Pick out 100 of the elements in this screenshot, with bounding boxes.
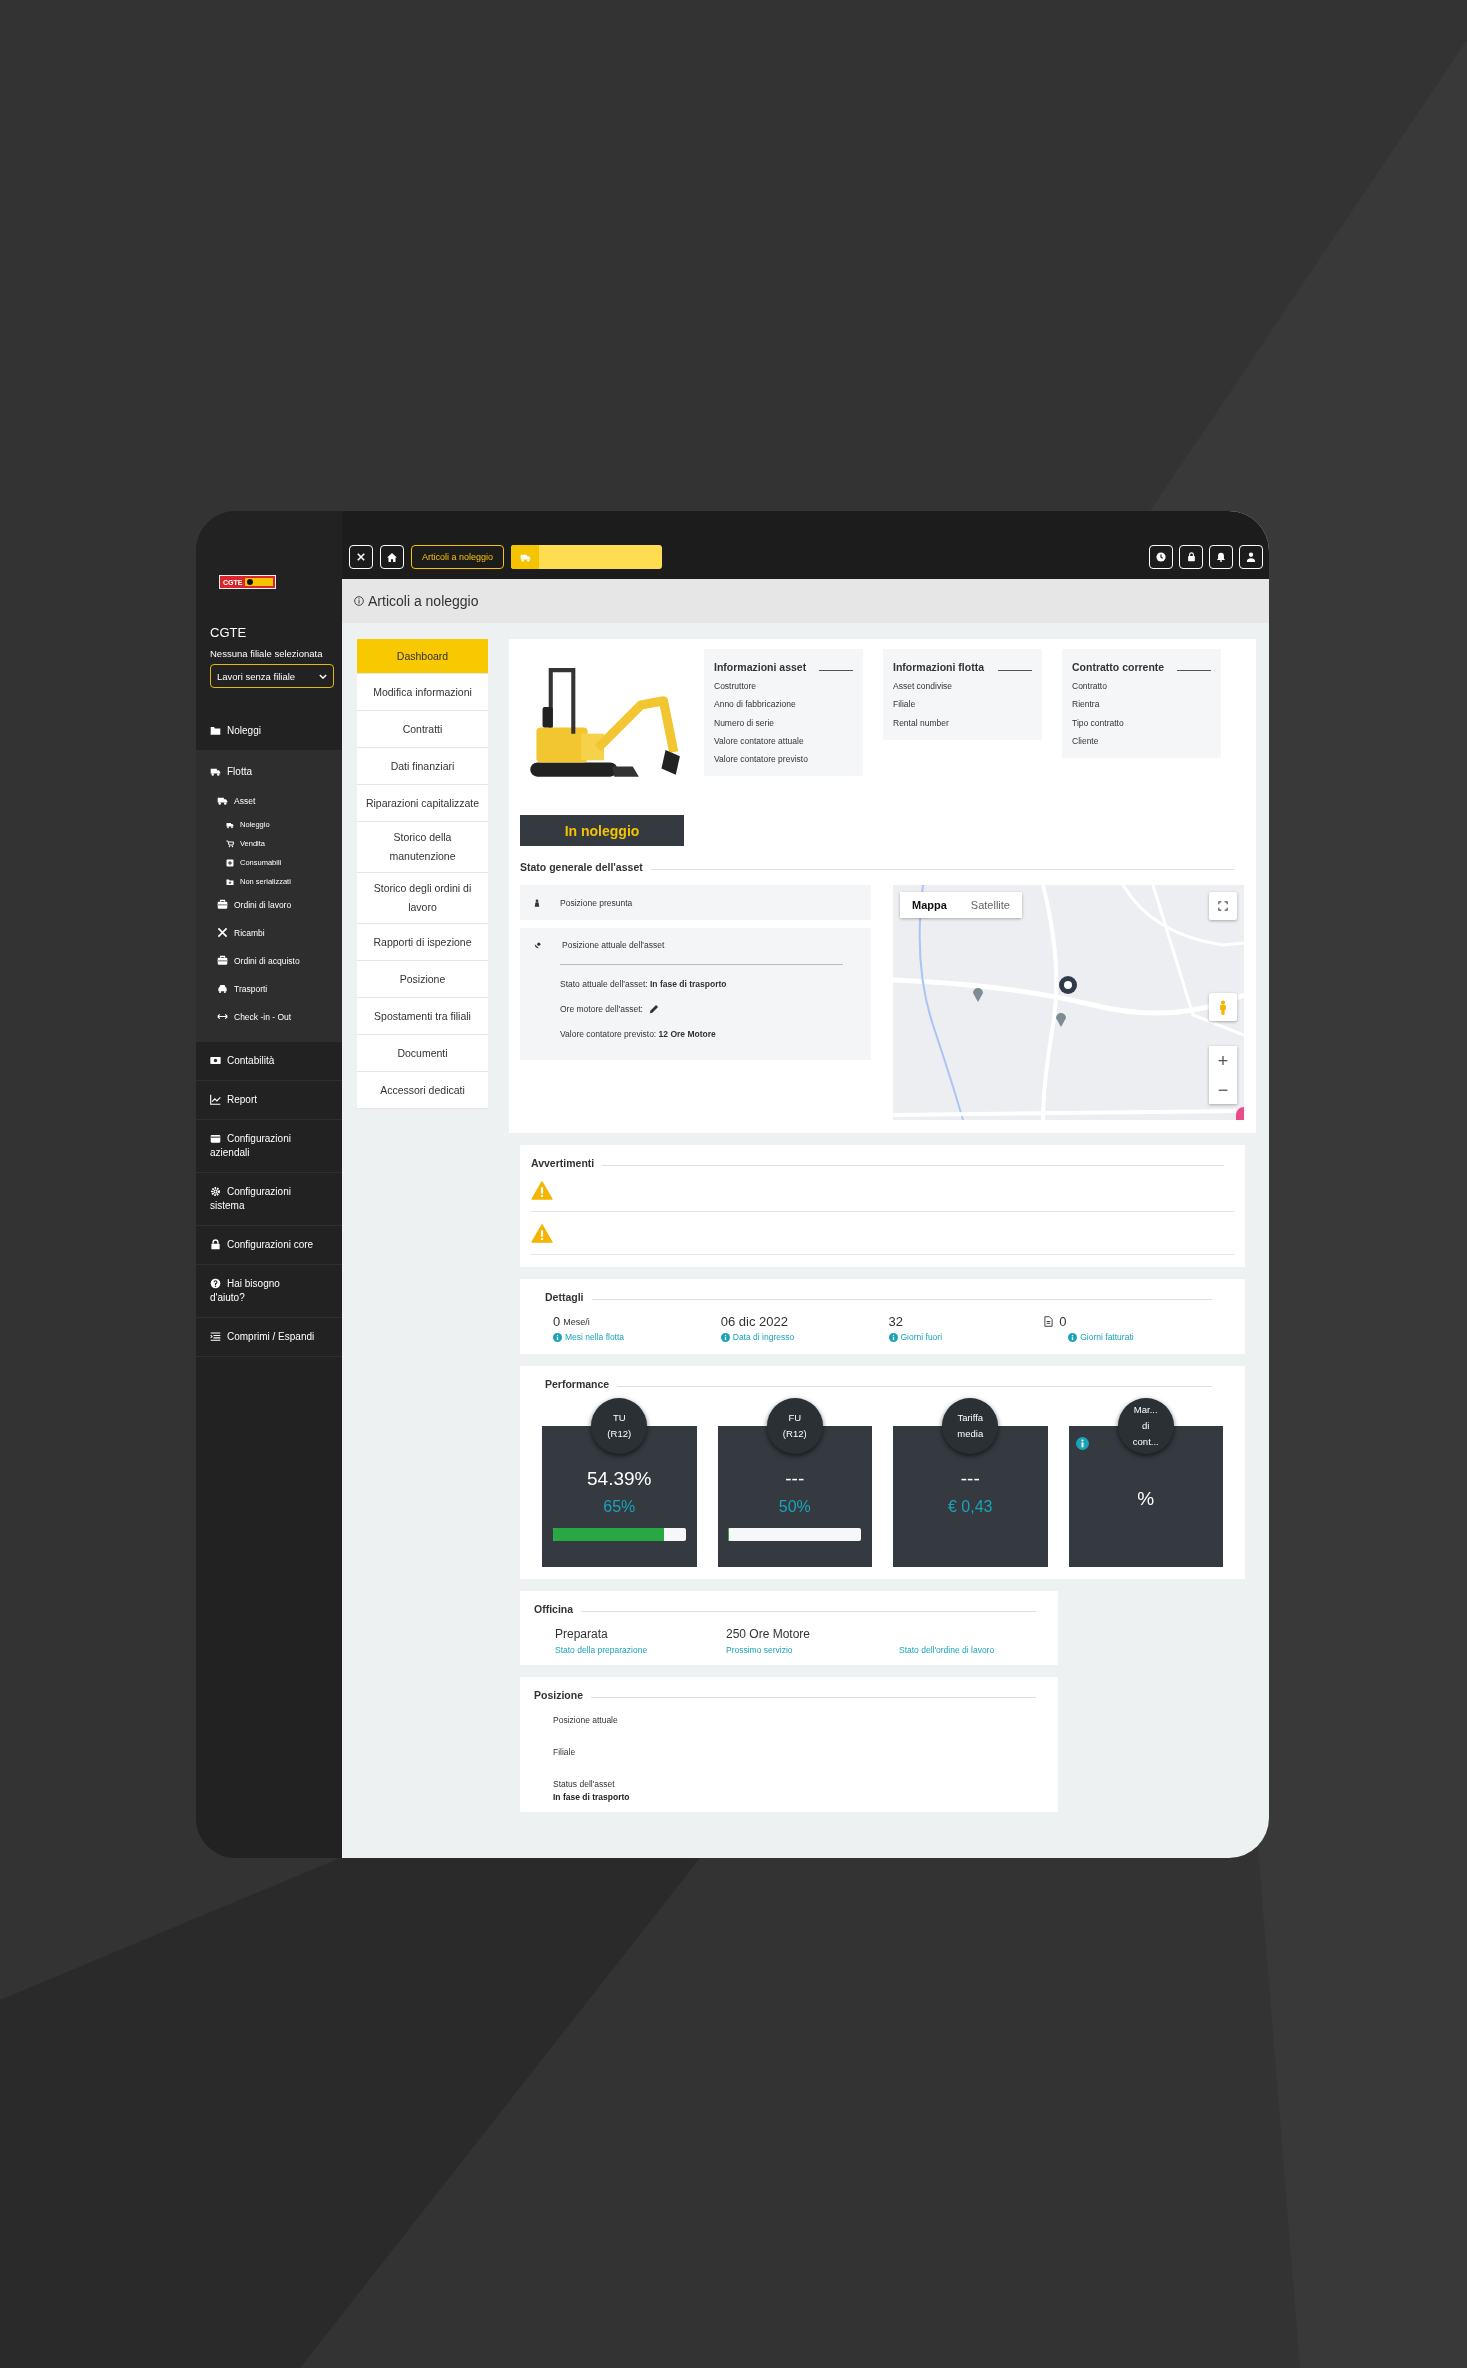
- branch-select[interactable]: Lavori senza filiale: [210, 664, 334, 688]
- question-icon: [210, 1278, 221, 1289]
- field-label: Filiale: [893, 698, 917, 712]
- sidebar-link[interactable]: Asset: [196, 787, 342, 815]
- lock-icon: [210, 1239, 221, 1250]
- close-button[interactable]: [349, 545, 373, 569]
- gear-icon: [210, 1186, 221, 1197]
- panel-title: Informazioni asset: [714, 661, 807, 673]
- field-label: Cliente: [1072, 734, 1100, 748]
- card-icon: [210, 1133, 221, 1144]
- asset-tab[interactable]: Documenti: [357, 1035, 488, 1072]
- breadcrumb-tab[interactable]: Articoli a noleggio: [411, 545, 505, 569]
- stat-value: 32: [888, 1313, 903, 1329]
- plus-folder-icon: [226, 878, 234, 886]
- status-badge: In noleggio: [520, 815, 684, 846]
- stat-label: Giorni fuori: [900, 1332, 943, 1342]
- field-label: Asset condivise: [893, 680, 954, 693]
- lock-button[interactable]: [1179, 545, 1203, 569]
- workshop-value: 250 Ore Motore: [726, 1627, 812, 1643]
- sidebar-link[interactable]: Ordini di acquisto: [196, 947, 342, 975]
- info-icon: [720, 1332, 730, 1342]
- sidebar-link[interactable]: Contabilità: [196, 1050, 342, 1072]
- sidebar-link[interactable]: Hai bisogno d'aiuto?: [196, 1273, 342, 1309]
- search-field[interactable]: [511, 545, 663, 569]
- field-label: Posizione attuale: [553, 1715, 619, 1725]
- asset-tab[interactable]: Riparazioni capitalizzate: [357, 785, 488, 822]
- map-type-tab[interactable]: Mappa: [900, 892, 959, 918]
- sidebar-link[interactable]: Ricambi: [196, 919, 342, 947]
- sidebar-link[interactable]: Check -in - Out: [196, 1003, 342, 1031]
- section-title: Avvertimenti: [531, 1157, 595, 1169]
- close-icon: [357, 553, 365, 561]
- metric-value: %: [1137, 1488, 1155, 1510]
- workshop-value: Preparata: [555, 1627, 609, 1643]
- user-button[interactable]: [1239, 545, 1263, 569]
- asset-tab[interactable]: Contratti: [357, 711, 488, 748]
- sidebar-link[interactable]: Flotta: [196, 761, 342, 787]
- zoom-in-button[interactable]: +: [1209, 1046, 1237, 1075]
- sidebar-link[interactable]: Trasporti: [196, 975, 342, 1003]
- metric-title: Tariffa media: [942, 1398, 999, 1454]
- page-title: Articoli a noleggio: [368, 593, 479, 609]
- asset-tab[interactable]: Rapporti di ispezione: [357, 924, 488, 961]
- field-label: Tipo contratto: [1072, 716, 1125, 730]
- sidebar-link[interactable]: Configurazioni aziendali: [196, 1128, 342, 1164]
- field-label: Rental number: [893, 716, 950, 730]
- asset-tab[interactable]: Storico della manutenzione: [357, 822, 488, 873]
- asset-tab[interactable]: Storico degli ordini di lavoro: [357, 873, 488, 924]
- status-detail: Stato attuale dell'asset: In fase di trasporto: [560, 978, 727, 989]
- metric-value: ---: [960, 1468, 980, 1490]
- clock-button[interactable]: [1149, 545, 1173, 569]
- asset-tab[interactable]: Accessori dedicati: [357, 1072, 488, 1109]
- stat-value: 0: [1059, 1313, 1067, 1329]
- pencil-icon[interactable]: [648, 1003, 659, 1014]
- workshop-label: Prossimo servizio: [726, 1645, 794, 1655]
- truck-icon: [217, 795, 228, 806]
- person-icon: [534, 898, 540, 907]
- field-label: Contratto: [1072, 680, 1108, 693]
- metric-target: € 0,43: [948, 1498, 993, 1516]
- field-label: Filiale: [553, 1747, 577, 1757]
- plus-square-icon: [226, 859, 234, 867]
- tools-icon: [217, 927, 228, 938]
- notifications-button[interactable]: [1209, 545, 1233, 569]
- field-label: Valore contatore previsto: [714, 753, 809, 767]
- sidebar-link[interactable]: Configurazioni sistema: [196, 1181, 342, 1217]
- field-label: Anno di fabbricazione: [714, 698, 797, 712]
- status-detail: Valore contatore previsto: 12 Ore Motore: [560, 1028, 716, 1039]
- metric-title: TU (R12): [591, 1398, 648, 1454]
- info-icon: [1068, 1332, 1078, 1342]
- branch-note: Nessuna filiale selezionata: [210, 648, 324, 659]
- asset-tab[interactable]: Posizione: [357, 961, 488, 998]
- section-title: Performance: [545, 1378, 610, 1390]
- metric-target: 65%: [603, 1498, 636, 1516]
- field-label: Costruttore: [714, 680, 758, 693]
- money-icon: [210, 1055, 221, 1066]
- sidebar-link[interactable]: Noleggi: [196, 720, 342, 742]
- status-detail: Ore motore dell'asset:: [560, 1003, 643, 1014]
- sidebar-link[interactable]: Report: [196, 1089, 342, 1111]
- sidebar-link[interactable]: Configurazioni core: [196, 1234, 342, 1256]
- section-title: Dettagli: [545, 1291, 584, 1303]
- field-value: In fase di trasporto: [553, 1792, 631, 1802]
- metric-title: FU (R12): [766, 1398, 823, 1454]
- truck-icon: [210, 766, 221, 777]
- position-label: Posizione presunta: [560, 897, 633, 908]
- asset-tab[interactable]: Dashboard: [357, 639, 488, 674]
- map-type-tab[interactable]: Satellite: [958, 892, 1022, 918]
- field-label: Rientra: [1072, 698, 1101, 712]
- company-name: CGTE: [210, 625, 248, 640]
- zoom-out-button[interactable]: −: [1209, 1075, 1237, 1104]
- sidebar-link[interactable]: Ordini di lavoro: [196, 891, 342, 919]
- sidebar-link[interactable]: Comprimi / Espandi: [196, 1326, 342, 1348]
- asset-tab[interactable]: Spostamenti tra filiali: [357, 998, 488, 1035]
- workshop-label: Stato della preparazione: [555, 1645, 649, 1655]
- asset-tab[interactable]: Modifica informazioni: [357, 674, 488, 711]
- metric-value: ---: [785, 1468, 805, 1490]
- asset-tab[interactable]: Dati finanziari: [357, 748, 488, 785]
- home-button[interactable]: [380, 545, 404, 569]
- chart-icon: [210, 1094, 221, 1105]
- fullscreen-button[interactable]: [1209, 892, 1237, 920]
- metric-title: Mar... di cont...: [1117, 1398, 1174, 1454]
- metric-value: 54.39%: [587, 1468, 652, 1490]
- briefcase-icon: [217, 899, 228, 910]
